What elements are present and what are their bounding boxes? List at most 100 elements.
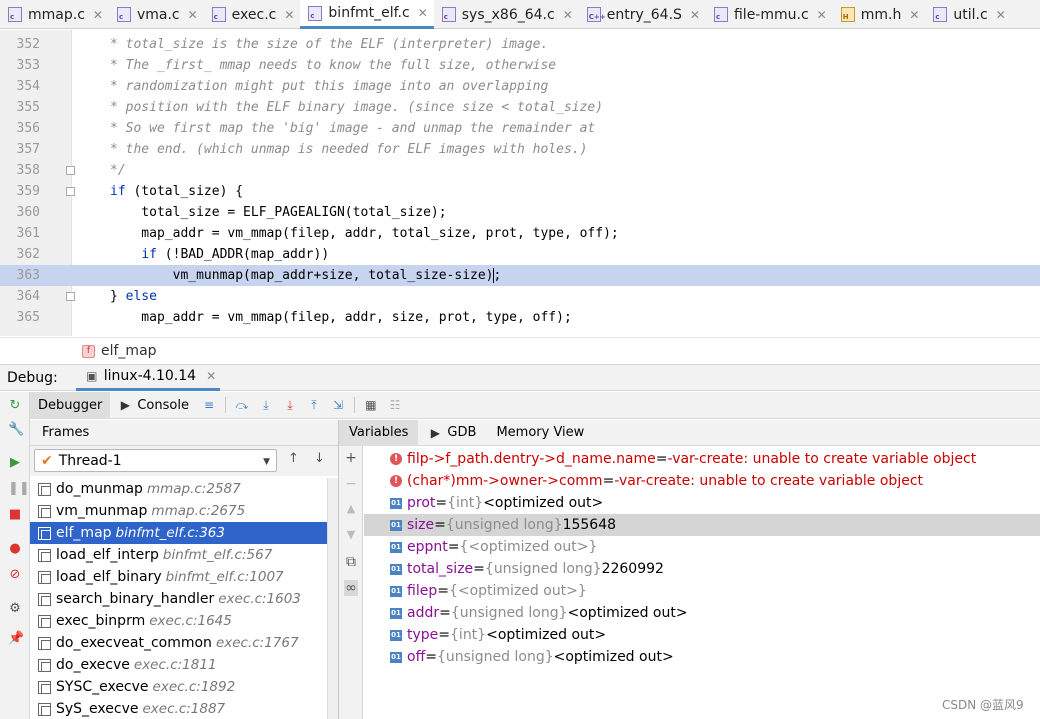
tab-label: vma.c	[136, 6, 180, 23]
close-icon[interactable]: ✕	[563, 8, 573, 22]
code-line[interactable]: 354 * randomization might put this image …	[0, 76, 1040, 97]
code-line[interactable]: 364} else	[0, 286, 1040, 307]
close-icon[interactable]: ✕	[690, 8, 700, 22]
frame-item[interactable]: search_binary_handler exec.c:1603	[30, 588, 327, 610]
stop-icon[interactable]: ■	[8, 508, 22, 522]
code-line[interactable]: 352 * total_size is the size of the ELF (…	[0, 34, 1040, 55]
close-icon[interactable]: ✕	[418, 6, 428, 20]
code-text: } else	[110, 286, 157, 307]
asm-file-icon: C++	[586, 7, 606, 22]
glasses-icon[interactable]: ∞	[344, 580, 358, 596]
code-line[interactable]: 360 total_size = ELF_PAGEALIGN(total_siz…	[0, 202, 1040, 223]
variable-row[interactable]: ! (char*)mm->owner->comm = -var-create: u…	[364, 470, 1040, 492]
evaluate-expression-icon[interactable]: ▦	[364, 398, 378, 412]
variable-row[interactable]: 01 eppnt = {<optimized out>}	[364, 536, 1040, 558]
resume-icon[interactable]: ▶	[8, 456, 22, 470]
frame-item[interactable]: load_elf_binary binfmt_elf.c:1007	[30, 566, 327, 588]
variable-row[interactable]: 01 size = {unsigned long} 155648	[364, 514, 1040, 536]
tab-gdb[interactable]: ▶ GDB	[418, 420, 486, 446]
variable-row[interactable]: 01 prot = {int} <optimized out>	[364, 492, 1040, 514]
frame-location: binfmt_elf.c:1007	[165, 569, 284, 585]
tab-mm-h[interactable]: Hmm.h ✕	[833, 0, 926, 29]
tab-file-mmu-c[interactable]: c file-mmu.c ✕	[706, 0, 833, 29]
variable-row[interactable]: 01 off = {unsigned long} <optimized out>	[364, 646, 1040, 668]
tab-sys-x86-64-c[interactable]: c sys_x86_64.c ✕	[434, 0, 579, 29]
wrench-icon[interactable]: 🔧	[8, 423, 24, 437]
move-up-icon[interactable]: ▲	[344, 502, 358, 515]
tab-binfmt-elf-c[interactable]: c binfmt_elf.c ✕	[300, 0, 434, 29]
code-line[interactable]: 365 map_addr = vm_mmap(filep, addr, size…	[0, 307, 1040, 328]
frame-item[interactable]: exec_binprm exec.c:1645	[30, 610, 327, 632]
close-icon[interactable]: ✕	[817, 8, 827, 22]
frame-item[interactable]: SYSC_execve exec.c:1892	[30, 676, 327, 698]
copy-icon[interactable]: ⧉	[344, 554, 358, 570]
up-arrow-icon[interactable]: ↑	[288, 451, 299, 466]
frame-item[interactable]: load_elf_interp binfmt_elf.c:567	[30, 544, 327, 566]
tab-variables[interactable]: Variables	[339, 419, 419, 446]
tab-memory-view[interactable]: Memory View	[486, 420, 594, 446]
trace-icon[interactable]: ☷	[388, 398, 402, 412]
step-over-icon[interactable]: ⤼	[235, 398, 249, 412]
frame-item[interactable]: SyS_execve exec.c:1887	[30, 698, 327, 719]
variable-type: {unsigned long}	[445, 517, 563, 533]
down-arrow-icon[interactable]: ↓	[314, 451, 325, 466]
add-watch-icon[interactable]: +	[344, 450, 358, 466]
tab-exec-c[interactable]: c exec.c ✕	[204, 0, 301, 29]
close-icon[interactable]: ✕	[206, 369, 216, 383]
pause-icon[interactable]: ❚❚	[8, 482, 30, 496]
variable-row[interactable]: 01 addr = {unsigned long} <optimized out>	[364, 602, 1040, 624]
code-line[interactable]: 355 * position with the ELF binary image.…	[0, 97, 1040, 118]
thread-select[interactable]: ✔ Thread-1 ▼	[34, 449, 277, 472]
debug-session-tab[interactable]: ▣ linux-4.10.14 ✕	[75, 364, 221, 391]
tab-debugger[interactable]: Debugger	[30, 391, 111, 419]
close-icon[interactable]: ✕	[996, 8, 1006, 22]
tab-entry-64-s[interactable]: C++ entry_64.S ✕	[579, 0, 706, 29]
step-into-icon[interactable]: ⤓	[259, 398, 273, 412]
code-line[interactable]: 353 * The _first_ mmap needs to know the …	[0, 55, 1040, 76]
function-icon: f	[82, 344, 95, 358]
code-line[interactable]: 362 if (!BAD_ADDR(map_addr))	[0, 244, 1040, 265]
variable-row[interactable]: ! filp->f_path.dentry->d_name.name = -var…	[364, 448, 1040, 470]
close-icon[interactable]: ✕	[909, 8, 919, 22]
settings-gear-icon[interactable]: ⚙	[8, 602, 22, 616]
mute-breakpoints-icon[interactable]: ⊘	[8, 568, 22, 582]
code-editor[interactable]: 352 * total_size is the size of the ELF (…	[0, 30, 1040, 336]
frame-item[interactable]: do_execve exec.c:1811	[30, 654, 327, 676]
tab-mmap-c[interactable]: c mmap.c ✕	[0, 0, 109, 29]
breadcrumb[interactable]: f elf_map	[0, 337, 1040, 364]
view-breakpoints-icon[interactable]: ●	[8, 542, 22, 556]
variable-row[interactable]: 01 filep = {<optimized out>}	[364, 580, 1040, 602]
close-icon[interactable]: ✕	[93, 8, 103, 22]
tab-vma-c[interactable]: c vma.c ✕	[109, 0, 204, 29]
step-out-icon[interactable]: ⤒	[307, 398, 321, 412]
code-line[interactable]: 357 * the end. (which unmap is needed for…	[0, 139, 1040, 160]
code-line[interactable]: 363 vm_munmap(map_addr+size, total_size-…	[0, 265, 1040, 286]
toolbar-divider	[353, 397, 355, 413]
code-segment: }	[110, 289, 126, 304]
code-line[interactable]: 359 if (total_size) {	[0, 181, 1040, 202]
frame-location: exec.c:1892	[152, 679, 236, 695]
tab-util-c[interactable]: c util.c ✕	[925, 0, 1011, 29]
frame-item[interactable]: do_execveat_common exec.c:1767	[30, 632, 327, 654]
run-to-cursor-icon[interactable]: ⇲	[331, 398, 345, 412]
stack-frame-icon	[38, 702, 51, 716]
code-line[interactable]: 361 map_addr = vm_mmap(filep, addr, tota…	[0, 223, 1040, 244]
pin-icon[interactable]: 📌	[8, 632, 24, 646]
remove-watch-icon[interactable]: −	[344, 476, 358, 492]
comment-text: * the end. (which unmap is needed for EL…	[110, 142, 588, 157]
frame-item[interactable]: vm_munmap mmap.c:2675	[30, 500, 327, 522]
variable-row[interactable]: 01 total_size = {unsigned long} 2260992	[364, 558, 1040, 580]
code-line[interactable]: 358 */	[0, 160, 1040, 181]
force-step-into-icon[interactable]: ⤓	[283, 398, 297, 412]
close-icon[interactable]: ✕	[188, 8, 198, 22]
code-line[interactable]: 356 * So we first map the 'big' image - a…	[0, 118, 1040, 139]
close-icon[interactable]: ✕	[284, 8, 294, 22]
move-down-icon[interactable]: ▼	[344, 528, 358, 541]
tab-console[interactable]: ▶ Console	[110, 392, 197, 419]
frame-item[interactable]: elf_map binfmt_elf.c:363	[30, 522, 327, 544]
rerun-icon[interactable]: ↻	[8, 399, 22, 413]
frame-item[interactable]: do_munmap mmap.c:2587	[30, 478, 327, 500]
menu-lines-icon[interactable]: ≡	[202, 398, 216, 412]
variable-row[interactable]: 01 type = {int} <optimized out>	[364, 624, 1040, 646]
frames-scrollbar[interactable]	[327, 478, 338, 719]
